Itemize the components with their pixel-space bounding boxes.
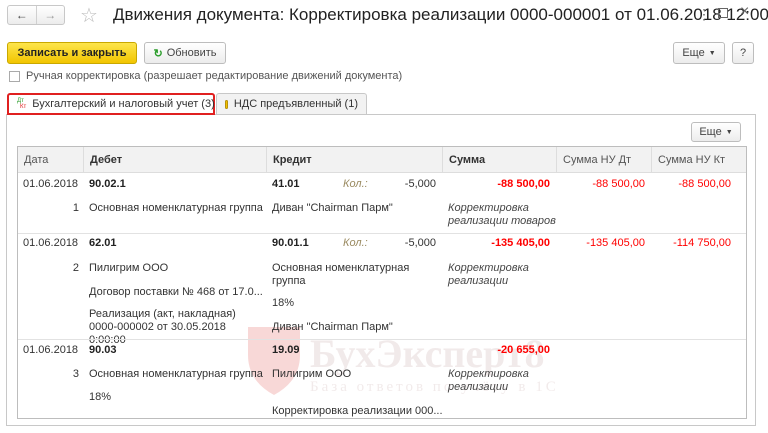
debit-account: 90.03 [89, 344, 117, 356]
col-sum[interactable]: Сумма [442, 147, 556, 173]
refresh-icon: ↻ [153, 47, 163, 60]
refresh-button[interactable]: ↻ Обновить [144, 42, 226, 64]
qty-value: -5,000 [404, 178, 436, 190]
sum-value: -135 405,00 [491, 237, 550, 249]
dropdown-icon: ▼ [708, 49, 716, 57]
sum-value: -20 655,00 [497, 344, 550, 356]
dropdown-icon: ▼ [725, 128, 733, 136]
debit-account: 90.02.1 [89, 178, 126, 190]
col-sum-nu-dt[interactable]: Сумма НУ Дт [556, 147, 651, 173]
col-date[interactable]: Дата [18, 147, 83, 173]
more-vertical-icon[interactable]: ⋮ [697, 6, 711, 23]
tab-accounting[interactable]: Дт Кт Бухгалтерский и налоговый учет (3) [7, 93, 215, 115]
save-close-button[interactable]: Записать и закрыть [7, 42, 137, 64]
kt-text: Кт [20, 104, 27, 110]
tab-accounting-label: Бухгалтерский и налоговый учет (3) [32, 98, 215, 110]
favorite-star-icon[interactable]: ☆ [80, 3, 98, 28]
content-text: Корректировка реализации [448, 368, 529, 393]
credit-account: 90.01.1 [272, 237, 309, 249]
forward-button[interactable]: → [35, 6, 65, 24]
debit-account: 62.01 [89, 237, 117, 249]
col-sum-nu-kt[interactable]: Сумма НУ Кт [651, 147, 739, 173]
qty-label: Кол.: [343, 178, 368, 190]
debit-subconto: Реализация (акт, накладная) 0000-000002 … [89, 308, 236, 346]
row-divider [18, 339, 746, 340]
debit-subconto: Основная номенклатурная группа [89, 368, 263, 380]
nav-buttons: ← → [7, 5, 65, 25]
credit-subconto: 18% [272, 297, 295, 309]
sum-nu-kt: -88 500,00 [678, 178, 731, 190]
row-date: 01.06.2018 [23, 237, 79, 249]
tab-vat[interactable]: НДС предъявленный (1) [216, 93, 367, 114]
table-more-label: Еще [699, 126, 722, 138]
square-icon[interactable] [718, 8, 728, 18]
debit-subconto: Договор поставки № 468 от 17.0... [89, 286, 263, 298]
close-icon[interactable]: × [740, 3, 749, 21]
debit-subconto: 18% [89, 391, 112, 403]
sum-nu-dt: -135 405,00 [586, 237, 645, 249]
content-text: Корректировка реализации [448, 262, 529, 287]
row-number: 2 [72, 262, 79, 274]
col-debit[interactable]: Дебет [83, 147, 266, 173]
row-number: 3 [72, 368, 79, 380]
sum-nu-kt: -114 750,00 [673, 237, 731, 249]
qty-label: Кол.: [343, 237, 368, 249]
register-icon [225, 99, 228, 109]
table-header: Дата Дебет Кредит Сумма Сумма НУ Дт Сумм… [18, 147, 746, 173]
sum-nu-dt: -88 500,00 [592, 178, 645, 190]
row-date: 01.06.2018 [23, 178, 79, 190]
manual-correction-label: Ручная корректировка (разрешает редактир… [26, 70, 403, 82]
credit-account: 41.01 [272, 178, 300, 190]
credit-account: 19.09 [272, 344, 300, 356]
table-more-button[interactable]: Еще ▼ [691, 122, 741, 142]
help-button[interactable]: ? [732, 42, 754, 64]
back-button[interactable]: ← [8, 6, 36, 24]
credit-subconto: Основная номенклатурная группа [272, 262, 410, 287]
debit-subconto: Основная номенклатурная группа [89, 202, 263, 214]
row-divider [18, 233, 746, 234]
row-date: 01.06.2018 [23, 344, 79, 356]
col-credit[interactable]: Кредит [266, 147, 442, 173]
row-number: 1 [72, 202, 79, 214]
movements-table: Дата Дебет Кредит Сумма Сумма НУ Дт Сумм… [17, 146, 747, 419]
window-title: Движения документа: Корректировка реализ… [113, 5, 768, 24]
credit-subconto: Диван "Chairman Парм" [272, 321, 393, 333]
sum-value: -88 500,00 [497, 178, 550, 190]
credit-subconto: Диван "Chairman Парм" [272, 202, 393, 214]
credit-subconto: Корректировка реализации 000... [272, 405, 443, 417]
dt-kt-icon: Дт Кт [17, 98, 26, 110]
manual-correction-checkbox[interactable] [9, 71, 20, 82]
qty-value: -5,000 [404, 237, 436, 249]
refresh-label: Обновить [166, 47, 217, 59]
debit-subconto: Пилигрим ООО [89, 262, 169, 274]
more-button[interactable]: Еще ▼ [673, 42, 725, 64]
more-label: Еще [682, 47, 705, 59]
content-text: Корректировка реализации товаров [448, 202, 556, 227]
tab-vat-label: НДС предъявленный (1) [233, 98, 358, 110]
credit-subconto: Пилигрим ООО [272, 368, 352, 380]
